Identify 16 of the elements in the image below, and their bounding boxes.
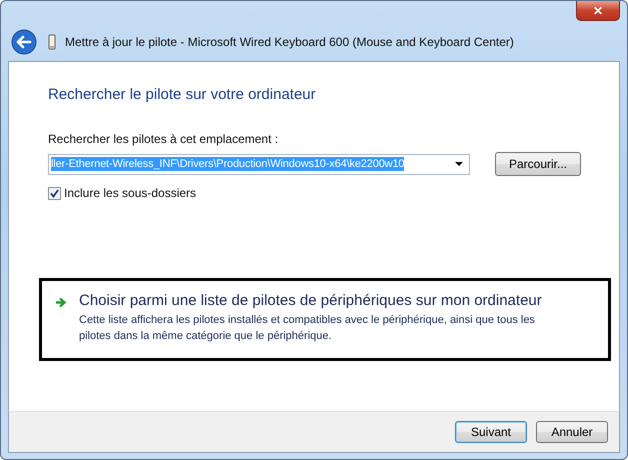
close-button[interactable]: ✕ bbox=[576, 1, 620, 21]
page-heading: Rechercher le pilote sur votre ordinateur bbox=[48, 86, 317, 103]
option-link[interactable] bbox=[39, 278, 611, 361]
window-title: Mettre à jour le pilote - Microsoft Wired Keyboard 600 (Mouse and Keyboard Center) bbox=[65, 35, 514, 49]
cancel-button[interactable]: Annuler bbox=[536, 421, 608, 443]
checkbox[interactable] bbox=[48, 186, 61, 200]
back-button[interactable] bbox=[11, 29, 37, 55]
option-description: Cette liste affichera les pilotes installés et compatibles avec le périphérique, ainsi que tous les pilotes dans la même catégorie que le périphérique. bbox=[79, 313, 536, 344]
browse-button[interactable]: Parcourir... bbox=[495, 152, 581, 176]
option-title: Choisir parmi une liste de pilotes de périphériques sur mon ordinateur bbox=[79, 292, 542, 309]
next-button[interactable]: Suivant bbox=[455, 421, 527, 443]
device-icon bbox=[48, 34, 56, 50]
field-label: Rechercher les pilotes à cet emplacement : bbox=[48, 132, 280, 146]
caret-icon bbox=[455, 162, 463, 166]
arrow-icon bbox=[55, 297, 67, 308]
checkbox-label: Inclure les sous-dossiers bbox=[64, 186, 196, 200]
